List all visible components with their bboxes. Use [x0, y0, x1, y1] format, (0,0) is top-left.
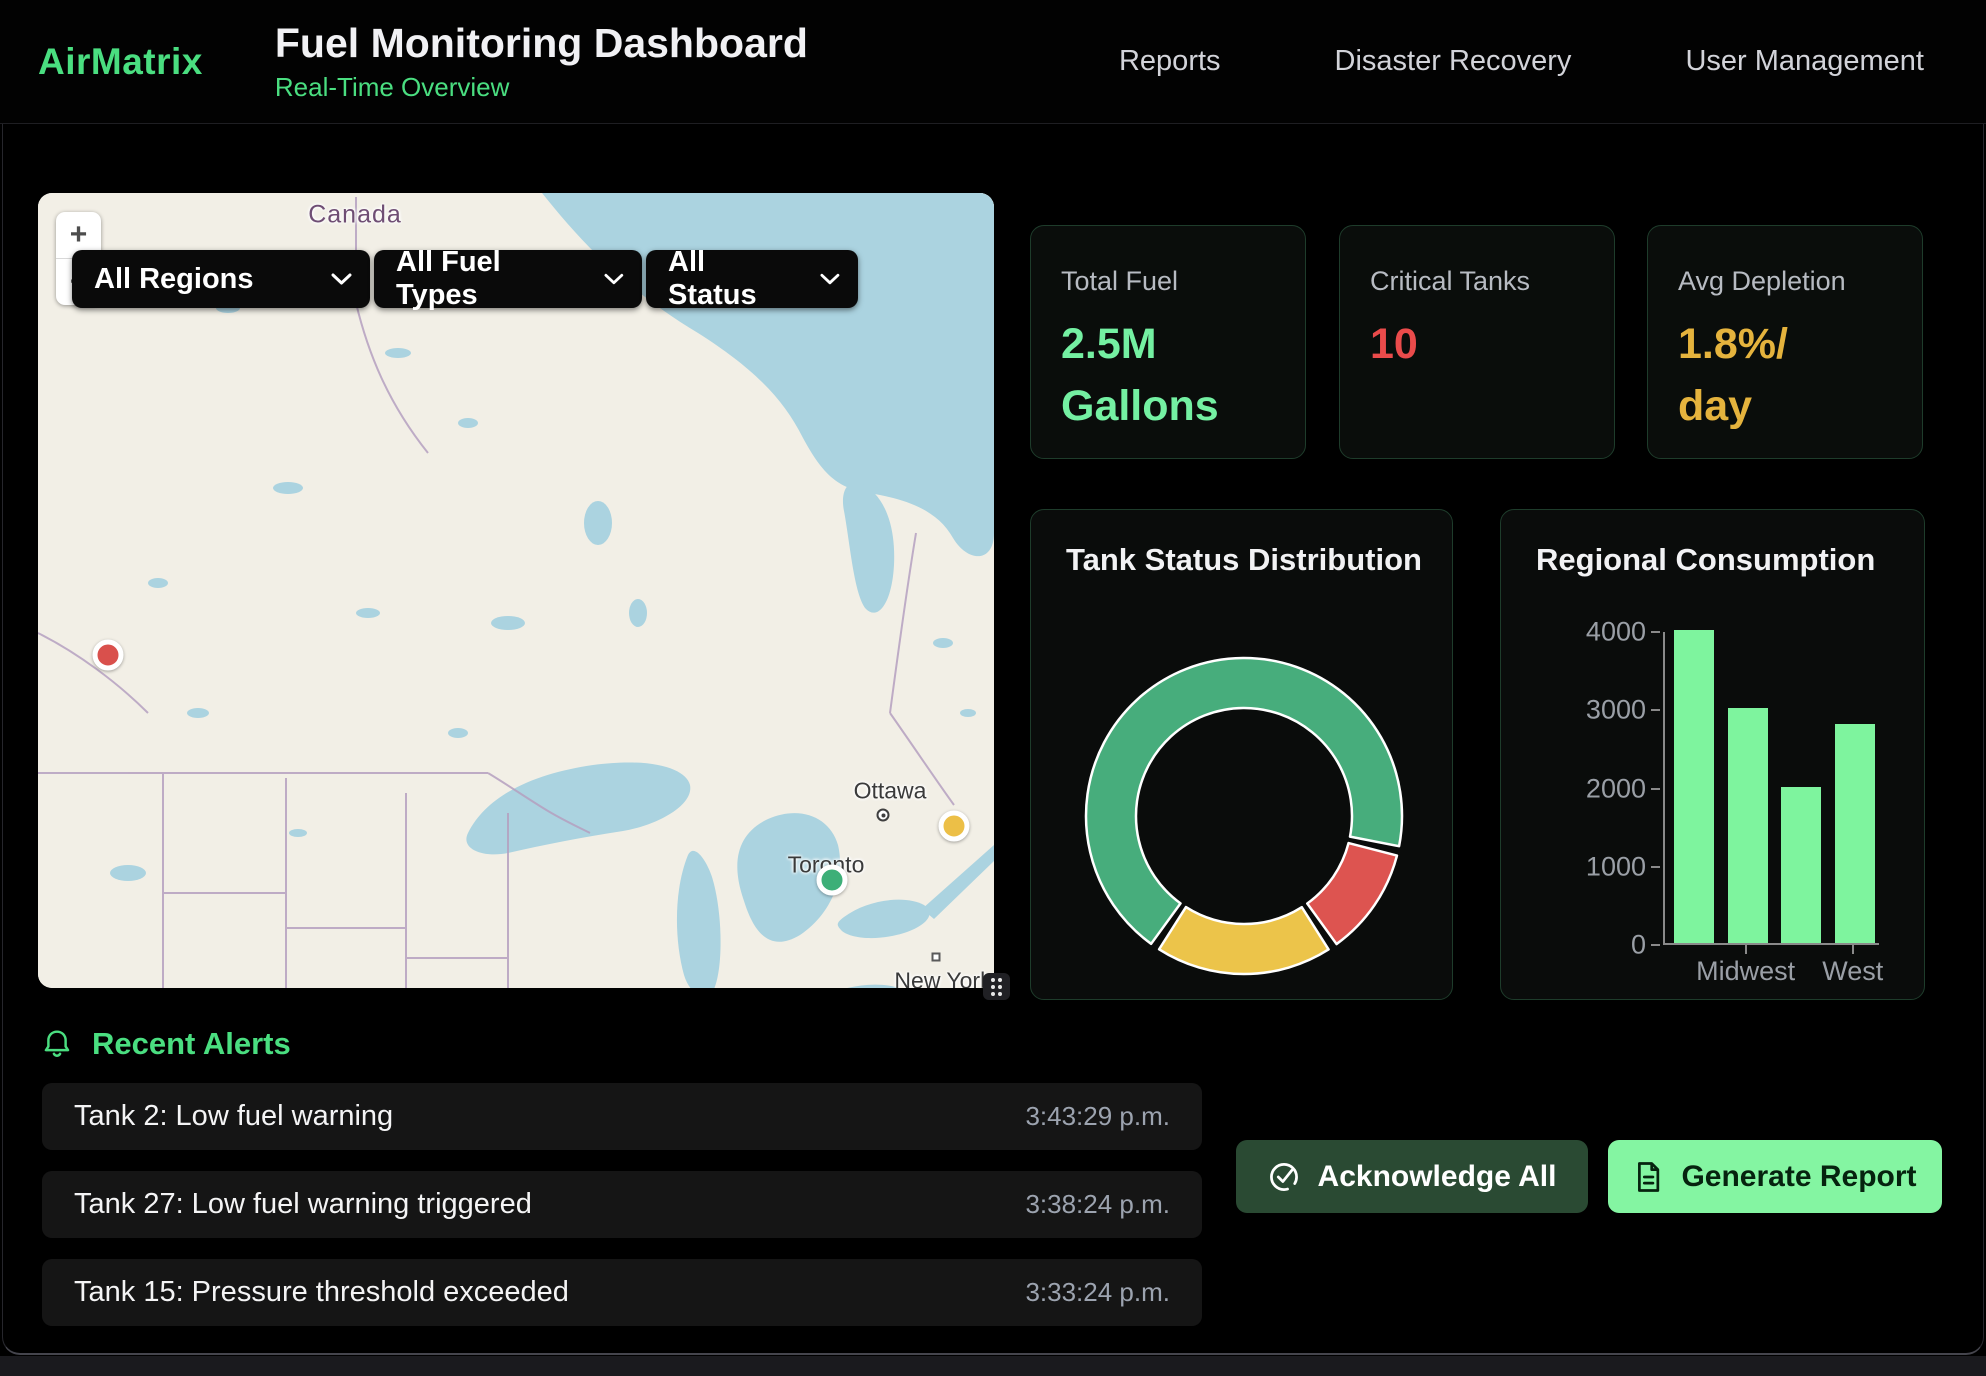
stat-label: Critical Tanks: [1370, 266, 1584, 297]
alert-message: Tank 15: Pressure threshold exceeded: [74, 1276, 569, 1309]
stat-label: Avg Depletion: [1678, 266, 1892, 297]
status-filter-dropdown[interactable]: All Status: [646, 250, 858, 308]
alert-timestamp: 3:43:29 p.m.: [1025, 1101, 1170, 1132]
stat-value: 2.5M Gallons: [1061, 313, 1275, 438]
consumption-bar[interactable]: [1781, 787, 1821, 944]
main-nav: Reports Disaster Recovery User Managemen…: [1119, 45, 1986, 78]
recent-alerts-title: Recent Alerts: [92, 1026, 291, 1062]
stat-value: 10: [1370, 313, 1584, 375]
tank-marker[interactable]: [817, 864, 848, 895]
generate-report-button[interactable]: Generate Report: [1608, 1140, 1942, 1213]
alert-message: Tank 27: Low fuel warning triggered: [74, 1188, 532, 1221]
alert-timestamp: 3:38:24 p.m.: [1025, 1189, 1170, 1220]
stat-card-total-fuel: Total Fuel 2.5M Gallons: [1030, 225, 1306, 459]
stat-card-critical-tanks: Critical Tanks 10: [1339, 225, 1615, 459]
region-filter-dropdown[interactable]: All Regions: [72, 250, 370, 308]
page-title: Fuel Monitoring Dashboard: [275, 20, 808, 67]
fuel-type-filter-dropdown[interactable]: All Fuel Types: [374, 250, 642, 308]
alert-row[interactable]: Tank 2: Low fuel warning 3:43:29 p.m.: [42, 1083, 1202, 1150]
tank-status-donut-chart: [1079, 651, 1409, 981]
chevron-down-icon: [820, 273, 840, 286]
donut-chart-title: Tank Status Distribution: [1066, 542, 1422, 578]
x-axis-tick-mark: [1745, 945, 1747, 954]
consumption-bar[interactable]: [1835, 724, 1875, 943]
footer-strip: [0, 1356, 1986, 1376]
donut-slice-yellow[interactable]: [1159, 907, 1328, 974]
map-resize-grip[interactable]: [983, 973, 1010, 1000]
nav-user-management[interactable]: User Management: [1685, 45, 1924, 78]
region-filter-value: All Regions: [94, 263, 254, 296]
y-axis-tick-mark: [1651, 788, 1660, 790]
y-axis-tick-label: 1000: [1566, 851, 1646, 882]
map-label-new-york: New York: [894, 968, 991, 989]
tank-map[interactable]: Canada Ottawa Toronto New York + − All R…: [38, 193, 994, 988]
tank-marker[interactable]: [92, 639, 123, 670]
consumption-bar[interactable]: [1674, 630, 1714, 943]
chevron-down-icon: [331, 273, 352, 286]
stat-card-avg-depletion: Avg Depletion 1.8%/ day: [1647, 225, 1923, 459]
alert-message: Tank 2: Low fuel warning: [74, 1100, 393, 1133]
top-bar: AirMatrix Fuel Monitoring Dashboard Real…: [0, 0, 1986, 124]
x-axis-tick-mark: [1852, 945, 1854, 954]
x-axis-tick-label: West: [1822, 956, 1883, 987]
consumption-bar[interactable]: [1728, 708, 1768, 943]
fuel-monitoring-dashboard: AirMatrix Fuel Monitoring Dashboard Real…: [0, 0, 1986, 1376]
chevron-down-icon: [604, 273, 624, 286]
alert-timestamp: 3:33:24 p.m.: [1025, 1277, 1170, 1308]
acknowledge-all-button[interactable]: Acknowledge All: [1236, 1140, 1588, 1213]
y-axis-tick-mark: [1651, 631, 1660, 633]
map-label-canada: Canada: [308, 201, 402, 230]
y-axis-tick-label: 2000: [1566, 773, 1646, 804]
y-axis-tick-mark: [1651, 944, 1660, 946]
nav-reports[interactable]: Reports: [1119, 45, 1221, 78]
x-axis-tick-label: Midwest: [1696, 956, 1795, 987]
acknowledge-all-label: Acknowledge All: [1318, 1160, 1557, 1194]
regional-consumption-panel: Regional Consumption 0 1000 2000 3000 4000 M…: [1500, 509, 1925, 1000]
ottawa-city-dot: [877, 809, 890, 822]
y-axis-tick-label: 0: [1566, 930, 1646, 961]
alert-row[interactable]: Tank 27: Low fuel warning triggered 3:38…: [42, 1171, 1202, 1238]
title-block: Fuel Monitoring Dashboard Real-Time Over…: [275, 20, 808, 103]
check-circle-icon: [1268, 1161, 1300, 1193]
alert-row[interactable]: Tank 15: Pressure threshold exceeded 3:3…: [42, 1259, 1202, 1326]
document-icon: [1633, 1161, 1663, 1193]
new-york-city-dot: [932, 953, 941, 962]
y-axis-tick-mark: [1651, 866, 1660, 868]
status-filter-value: All Status: [668, 246, 794, 312]
stat-value: 1.8%/ day: [1678, 313, 1892, 438]
stat-label: Total Fuel: [1061, 266, 1275, 297]
tank-marker[interactable]: [938, 810, 969, 841]
page-subtitle: Real-Time Overview: [275, 72, 808, 103]
fuel-type-filter-value: All Fuel Types: [396, 246, 578, 312]
nav-disaster-recovery[interactable]: Disaster Recovery: [1335, 45, 1572, 78]
bell-icon: [42, 1028, 72, 1060]
y-axis-tick-label: 4000: [1566, 617, 1646, 648]
tank-status-distribution-panel: Tank Status Distribution: [1030, 509, 1453, 1000]
regional-consumption-bar-chart: [1663, 632, 1879, 945]
y-axis-tick-label: 3000: [1566, 695, 1646, 726]
donut-slice-red[interactable]: [1307, 843, 1397, 944]
bar-chart-title: Regional Consumption: [1536, 542, 1875, 578]
y-axis-tick-mark: [1651, 709, 1660, 711]
recent-alerts-header: Recent Alerts: [42, 1026, 291, 1062]
map-filter-bar: All Regions All Fuel Types All Status: [72, 250, 858, 308]
brand-logo: AirMatrix: [38, 41, 203, 83]
map-label-ottawa: Ottawa: [854, 778, 927, 805]
generate-report-label: Generate Report: [1681, 1160, 1916, 1194]
